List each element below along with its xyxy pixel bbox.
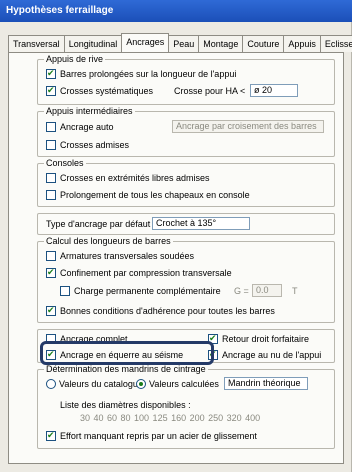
crosse-pour-ha-label: Crosse pour HA < xyxy=(174,86,246,96)
tab-bar: Transversal Longitudinal Ancrages Peau Monta… xyxy=(8,33,360,53)
tab-transversal[interactable]: Transversal xyxy=(8,35,65,52)
liste-diametres-values: 30 40 60 80 100 125 160 200 250 320 400 xyxy=(80,413,261,423)
effort-manquant-checkbox[interactable]: Effort manquant repris par un acier de g… xyxy=(46,430,257,443)
tab-panel-ancrages: Appuis de rive Barres prolongées sur la … xyxy=(8,52,344,464)
crosses-systematiques-label: Crosses systématiques xyxy=(60,86,154,96)
radio-icon[interactable] xyxy=(46,379,56,389)
valeurs-catalogue-radio[interactable]: Valeurs du catalogue xyxy=(46,379,143,391)
charge-permanente-checkbox[interactable]: Charge permanente complémentaire xyxy=(60,286,221,298)
g-label: G = xyxy=(234,286,249,296)
armatures-soudees-checkbox[interactable]: Armatures transversales soudées xyxy=(46,251,194,263)
bonnes-conditions-label: Bonnes conditions d'adhérence pour toute… xyxy=(60,306,275,316)
checkbox-icon[interactable] xyxy=(46,85,56,96)
valeurs-calculees-radio[interactable]: Valeurs calculées xyxy=(136,379,219,391)
checkbox-icon[interactable] xyxy=(46,305,56,316)
tab-couture[interactable]: Couture xyxy=(242,35,285,52)
group-title-mandrins: Détermination des mandrins de cintrage xyxy=(44,364,208,374)
checkbox-icon[interactable] xyxy=(60,286,70,296)
group-calcul-longueurs: Calcul des longueurs de barres Armatures… xyxy=(37,236,335,323)
crosses-extremites-label: Crosses en extrémités libres admises xyxy=(60,173,210,183)
tab-peau[interactable]: Peau xyxy=(168,35,200,52)
g-input: 0.0 xyxy=(252,284,282,297)
group-mandrins: Détermination des mandrins de cintrage V… xyxy=(37,364,335,449)
crosses-admises-checkbox[interactable]: Crosses admises xyxy=(46,140,129,152)
crosses-extremites-checkbox[interactable]: Crosses en extrémités libres admises xyxy=(46,173,210,185)
crosses-systematiques-checkbox[interactable]: Crosses systématiques xyxy=(46,85,154,98)
checkbox-icon[interactable] xyxy=(46,122,56,132)
window-title: Hypothèses ferraillage xyxy=(0,0,352,22)
valeurs-catalogue-label: Valeurs du catalogue xyxy=(59,379,143,389)
crosse-pour-ha-select[interactable]: ø 20 xyxy=(250,84,298,97)
retour-droit-checkbox[interactable]: Retour droit forfaitaire xyxy=(208,333,310,346)
highlight-box xyxy=(40,341,214,365)
prolongement-checkbox[interactable]: Prolongement de tous les chapeaux en con… xyxy=(46,190,250,202)
ancrage-nu-appui-checkbox[interactable]: Ancrage au nu de l'appui xyxy=(208,349,322,362)
ancrage-auto-checkbox[interactable]: Ancrage auto xyxy=(46,122,114,134)
checkbox-icon[interactable] xyxy=(46,251,56,261)
ancrage-nu-appui-label: Ancrage au nu de l'appui xyxy=(222,350,322,360)
group-title-consoles: Consoles xyxy=(44,158,86,168)
dialog-window: Hypothèses ferraillage Transversal Longit… xyxy=(0,0,360,472)
tab-appuis[interactable]: Appuis xyxy=(283,35,321,52)
group-type-ancrage: Type d'ancrage par défaut : Crochet à 13… xyxy=(37,213,335,235)
group-consoles: Consoles Crosses en extrémités libres ad… xyxy=(37,158,335,207)
radio-icon[interactable] xyxy=(136,379,146,389)
checkbox-icon[interactable] xyxy=(46,68,56,79)
ancrage-auto-select: Ancrage par croisement des barres xyxy=(172,120,324,133)
checkbox-icon[interactable] xyxy=(46,430,56,441)
armatures-soudees-label: Armatures transversales soudées xyxy=(60,251,195,261)
barres-prolongees-label: Barres prolongées sur la longueur de l'a… xyxy=(60,69,237,79)
tab-longitudinal[interactable]: Longitudinal xyxy=(63,35,123,52)
checkbox-icon[interactable] xyxy=(46,267,56,278)
group-appuis-intermediaires: Appuis intermédiaires Ancrage auto Ancra… xyxy=(37,106,335,157)
barres-prolongees-checkbox[interactable]: Barres prolongées sur la longueur de l'a… xyxy=(46,68,237,81)
valeurs-calculees-label: Valeurs calculées xyxy=(149,379,219,389)
group-appuis-rive: Appuis de rive Barres prolongées sur la … xyxy=(37,54,335,105)
tab-ancrages[interactable]: Ancrages xyxy=(121,33,170,52)
type-ancrage-label: Type d'ancrage par défaut : xyxy=(46,219,156,229)
scroll-area xyxy=(352,0,360,472)
checkbox-icon[interactable] xyxy=(46,190,56,200)
checkbox-icon[interactable] xyxy=(46,173,56,183)
g-unit: T xyxy=(292,286,298,296)
confinement-checkbox[interactable]: Confinement par compression transversale xyxy=(46,267,232,280)
liste-diametres-label: Liste des diamètres disponibles : xyxy=(60,400,191,410)
ancrage-auto-label: Ancrage auto xyxy=(60,122,114,132)
charge-permanente-label: Charge permanente complémentaire xyxy=(74,286,221,296)
type-ancrage-select[interactable]: Crochet à 135° xyxy=(152,217,250,230)
effort-manquant-label: Effort manquant repris par un acier de g… xyxy=(60,431,257,441)
confinement-label: Confinement par compression transversale xyxy=(60,268,232,278)
group-title-appuis-intermediaires: Appuis intermédiaires xyxy=(44,106,135,116)
retour-droit-label: Retour droit forfaitaire xyxy=(222,334,310,344)
group-title-calcul: Calcul des longueurs de barres xyxy=(44,236,173,246)
checkbox-icon[interactable] xyxy=(46,140,56,150)
group-title-appuis-rive: Appuis de rive xyxy=(44,54,106,64)
mandrin-select[interactable]: Mandrin théorique xyxy=(224,377,308,390)
bonnes-conditions-checkbox[interactable]: Bonnes conditions d'adhérence pour toute… xyxy=(46,305,275,318)
prolongement-label: Prolongement de tous les chapeaux en con… xyxy=(60,190,250,200)
crosses-admises-label: Crosses admises xyxy=(60,140,130,150)
tab-montage[interactable]: Montage xyxy=(198,35,244,52)
